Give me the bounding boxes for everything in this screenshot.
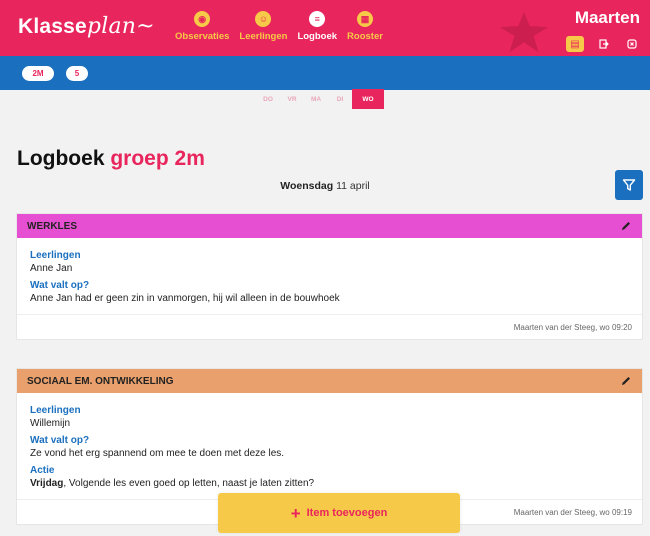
entry-author-timestamp: Maarten van der Steeg, wo 09:20 — [17, 314, 642, 339]
app-logo[interactable]: Klasseplan~ — [18, 14, 155, 39]
title-prefix: Logboek — [17, 147, 105, 170]
edit-pencil-icon[interactable] — [620, 375, 632, 387]
filter-button[interactable] — [615, 170, 643, 200]
logo-swash-icon: ~ — [136, 14, 155, 39]
field-value: Willemijn — [30, 418, 70, 429]
students-icon: ☺ — [255, 11, 272, 27]
nav-rooster[interactable]: ▦ Rooster — [342, 8, 388, 42]
date-day: Woensdag — [280, 180, 334, 192]
field-label: Wat valt op? — [30, 280, 90, 291]
nav-label: Leerlingen — [239, 31, 288, 42]
log-entry-card: WERKLES Leerlingen Anne Jan Wat valt op?… — [16, 213, 643, 340]
title-group: groep 2m — [110, 147, 205, 170]
schedule-icon: ▦ — [357, 11, 373, 27]
group-bar: 2M 5 — [0, 56, 650, 90]
plus-icon: + — [290, 503, 301, 523]
entry-header: WERKLES — [17, 214, 642, 238]
tab-vr[interactable]: VR — [280, 89, 304, 109]
field-label: Leerlingen — [30, 405, 81, 416]
notebook-icon[interactable]: ▤ — [566, 36, 584, 52]
field-label: Wat valt op? — [30, 435, 90, 446]
logo-text: Klasse — [18, 15, 87, 38]
action-text: , Volgende les even goed op letten, naas… — [63, 478, 315, 489]
top-header: Klasseplan~ ◉ Observaties ☺ Leerlingen ≡… — [0, 0, 650, 56]
nav-observaties[interactable]: ◉ Observaties — [170, 8, 234, 42]
edit-pencil-icon[interactable] — [620, 220, 632, 232]
tab-do[interactable]: DO — [256, 89, 280, 109]
tab-di[interactable]: DI — [328, 89, 352, 109]
nav-label: Observaties — [175, 31, 230, 42]
field-value: Ze vond het erg spannend om mee te doen … — [30, 448, 285, 459]
entry-body: Leerlingen Willemijn Wat valt op? Ze von… — [17, 393, 642, 499]
logbook-icon: ≡ — [309, 11, 326, 27]
field-label: Leerlingen — [30, 250, 81, 261]
entry-body: Leerlingen Anne Jan Wat valt op? Anne Ja… — [17, 238, 642, 314]
group-pill-5[interactable]: 5 — [66, 66, 88, 81]
action-day: Vrijdag — [30, 478, 64, 489]
field-value: Anne Jan — [30, 263, 73, 274]
field-value: Vrijdag, Volgende les even goed op lette… — [30, 478, 629, 489]
decorative-star-icon — [500, 12, 548, 52]
user-name[interactable]: Maarten — [575, 8, 640, 28]
group-pill-2m[interactable]: 2M — [22, 66, 54, 81]
nav-leerlingen[interactable]: ☺ Leerlingen — [234, 8, 292, 42]
filter-icon — [622, 179, 636, 191]
date-rest: 11 april — [336, 180, 370, 192]
nav-logboek[interactable]: ≡ Logboek — [292, 8, 342, 42]
main-nav: ◉ Observaties ☺ Leerlingen ≡ Logboek ▦ R… — [170, 8, 388, 42]
close-icon[interactable] — [624, 36, 640, 52]
entry-category: WERKLES — [27, 220, 77, 232]
entry-header: SOCIAAL EM. ONTWIKKELING — [17, 369, 642, 393]
user-actions: ▤ — [566, 36, 640, 52]
field-label: Actie — [30, 465, 55, 476]
logo-script: plan — [86, 14, 137, 39]
tab-wo[interactable]: WO — [352, 89, 384, 109]
date-label: Woensdag 11 april — [0, 180, 650, 192]
add-item-button[interactable]: + Item toevoegen — [218, 493, 460, 533]
eye-icon: ◉ — [194, 11, 211, 27]
nav-label: Rooster — [347, 31, 383, 42]
field-value: Anne Jan had er geen zin in vanmorgen, h… — [30, 293, 340, 304]
day-tabs: DO VR MA DI WO — [256, 89, 384, 109]
nav-label: Logboek — [297, 31, 338, 42]
logout-icon[interactable] — [596, 36, 612, 52]
page-title: Logboek groep 2m — [17, 147, 205, 171]
tab-ma[interactable]: MA — [304, 89, 328, 109]
add-item-label: Item toevoegen — [306, 507, 388, 519]
entry-category: SOCIAAL EM. ONTWIKKELING — [27, 375, 174, 387]
